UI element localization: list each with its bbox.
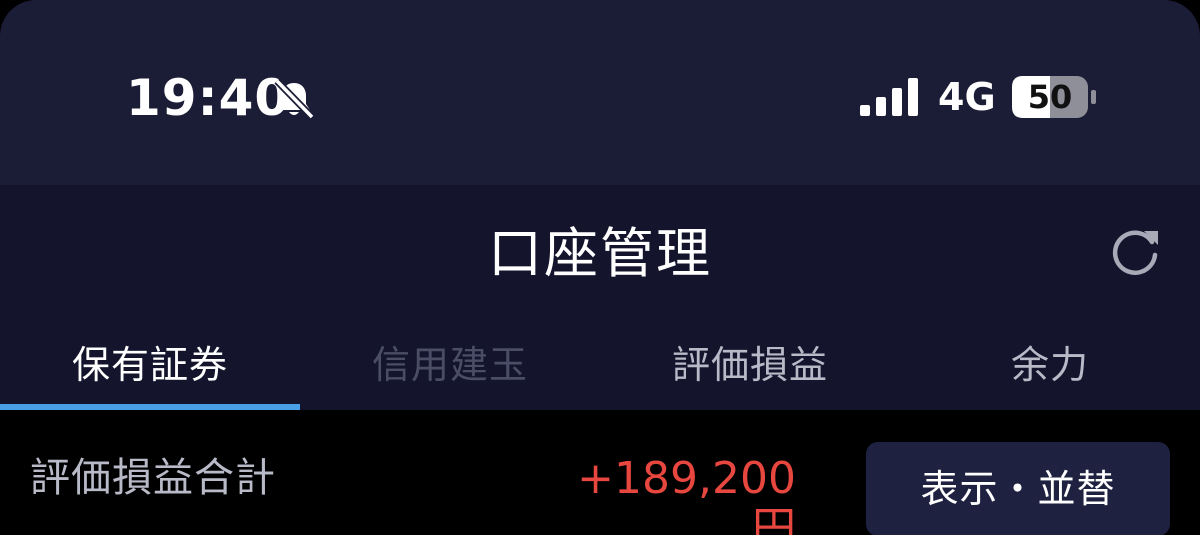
tab-margin-positions[interactable]: 信用建玉 — [300, 325, 600, 410]
tab-buying-power[interactable]: 余力 — [900, 325, 1200, 410]
display-sort-button[interactable]: 表示・並替 — [866, 442, 1170, 535]
valuation-summary-row: 評価損益合計 +189,200円 表示・並替 — [0, 410, 1200, 535]
status-bar: 19:40 4G 50 — [0, 0, 1200, 185]
network-type: 4G — [938, 75, 996, 119]
tab-bar: 保有証券 信用建玉 評価損益 余力 — [0, 325, 1200, 410]
battery-level: 50 — [1027, 78, 1073, 116]
tab-valuation-label: 評価損益 — [671, 343, 828, 387]
tab-holdings-label: 保有証券 — [71, 343, 228, 387]
tab-margin-positions-label: 信用建玉 — [371, 343, 528, 387]
refresh-icon[interactable] — [1108, 225, 1162, 279]
nav-header: 口座管理 保有証券 信用建玉 評価損益 余力 — [0, 185, 1200, 410]
screen: 19:40 4G 50 口座管理 保有証券 信用建玉 評価損益 余力 評価損益合… — [0, 0, 1200, 535]
total-valuation-value: +189,200円 — [577, 453, 796, 535]
bell-slash-icon — [274, 78, 315, 120]
tab-valuation[interactable]: 評価損益 — [600, 325, 900, 410]
signal-icon — [860, 78, 918, 116]
total-valuation-label: 評価損益合計 — [30, 455, 276, 501]
tab-buying-power-label: 余力 — [1010, 343, 1089, 387]
page-title: 口座管理 — [488, 222, 712, 285]
status-time: 19:40 — [126, 69, 291, 127]
tab-holdings[interactable]: 保有証券 — [0, 325, 300, 410]
